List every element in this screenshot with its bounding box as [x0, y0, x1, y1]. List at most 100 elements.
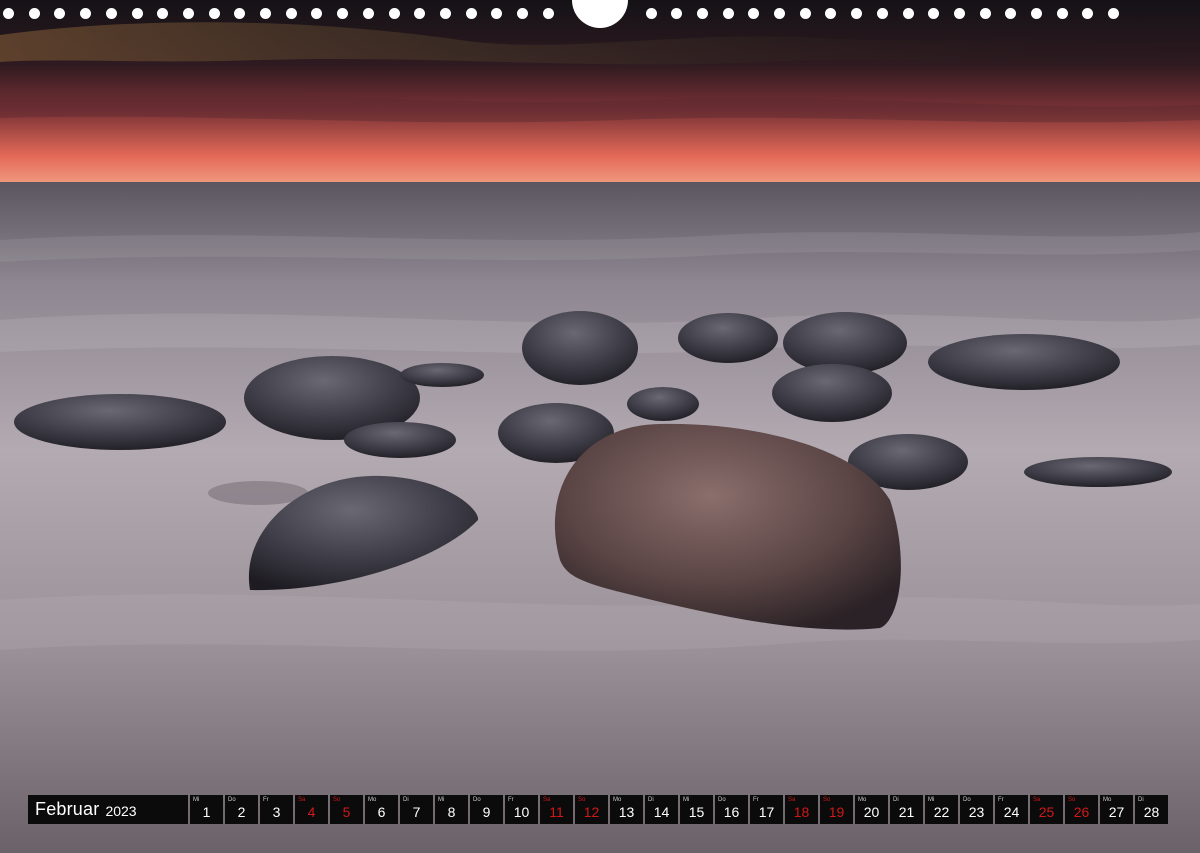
binding-hole [671, 8, 683, 19]
day-cell: Mi 8 [435, 795, 468, 824]
day-cell: Mi 1 [190, 795, 223, 824]
binding-hole [748, 8, 760, 19]
binding-hole [928, 8, 940, 19]
day-weekday: Fr [508, 797, 514, 803]
day-number: 6 [377, 804, 386, 820]
binding-hole [979, 8, 991, 19]
binding-hole [465, 8, 477, 19]
day-cell: Fr 3 [260, 795, 293, 824]
binding-hole [311, 8, 323, 19]
day-number: 13 [618, 804, 635, 820]
day-cell: Fr 10 [505, 795, 538, 824]
day-number: 19 [828, 804, 845, 820]
day-cell: Fr 24 [995, 795, 1028, 824]
day-number: 11 [549, 804, 564, 820]
seascape-photo [0, 0, 1200, 853]
binding-hole [260, 8, 271, 19]
calendar-binding [0, 0, 1200, 28]
binding-hole [953, 8, 965, 19]
day-number: 9 [482, 804, 491, 820]
day-cell: Fr 17 [750, 795, 783, 824]
binding-hole [208, 8, 220, 19]
binding-hole [799, 8, 811, 19]
month-label: Februar 2023 [28, 795, 188, 824]
day-number: 2 [237, 804, 246, 820]
day-weekday: Di [648, 797, 654, 803]
calendar-page: Februar 2023 Mi 1 Do 2 Fr 3 Sa 4 So 5 Mo 6 Di 7 Mi 8 Do 9… [0, 0, 1200, 853]
binding-hole [722, 8, 734, 19]
day-cell: Di 7 [400, 795, 433, 824]
day-number: 14 [653, 804, 670, 820]
binding-hole [54, 8, 66, 19]
day-weekday: Mo [368, 797, 377, 803]
day-number: 1 [202, 804, 211, 820]
binding-hole [645, 8, 657, 19]
day-number: 18 [793, 804, 810, 820]
day-weekday: Mo [613, 797, 622, 803]
binding-hole [696, 8, 708, 19]
day-cell: Sa 4 [295, 795, 328, 824]
day-cell: Do 16 [715, 795, 748, 824]
day-cell: Sa 11 [540, 795, 573, 824]
day-number: 26 [1073, 804, 1090, 820]
day-number: 12 [583, 804, 600, 820]
binding-hole [825, 8, 837, 19]
day-number: 24 [1003, 804, 1020, 820]
day-cell: Sa 18 [785, 795, 818, 824]
day-weekday: So [823, 797, 831, 803]
binding-hole [1056, 8, 1068, 19]
day-number: 28 [1143, 804, 1160, 820]
day-weekday: Sa [788, 797, 796, 803]
day-cell: Do 9 [470, 795, 503, 824]
day-cell: Mi 15 [680, 795, 713, 824]
day-number: 27 [1108, 804, 1125, 820]
month-name: Februar [35, 799, 100, 819]
day-number: 15 [688, 804, 705, 820]
day-weekday: Mi [438, 797, 445, 803]
binding-hole [105, 8, 117, 19]
binding-hole [1005, 8, 1017, 19]
day-cell: Mo 20 [855, 795, 888, 824]
day-cell: Mo 27 [1100, 795, 1133, 824]
day-weekday: Di [893, 797, 899, 803]
binding-hole [157, 8, 169, 19]
day-cell: Di 21 [890, 795, 923, 824]
day-cell: Mi 22 [925, 795, 958, 824]
day-cell: Sa 25 [1030, 795, 1063, 824]
day-weekday: Do [228, 797, 236, 803]
day-weekday: Mi [928, 797, 935, 803]
binding-hole [28, 8, 40, 19]
binding-hole [182, 8, 194, 19]
day-number: 20 [863, 804, 880, 820]
day-weekday: Mo [1103, 797, 1112, 803]
binding-hole [491, 8, 503, 19]
day-weekday: Sa [298, 797, 306, 803]
binding-hole [285, 8, 297, 19]
binding-hole [414, 8, 426, 19]
day-weekday: Fr [998, 797, 1004, 803]
day-number: 10 [513, 804, 530, 820]
day-weekday: Mi [683, 797, 690, 803]
day-cell: Mo 6 [365, 795, 398, 824]
day-cell: So 26 [1065, 795, 1098, 824]
day-weekday: Di [403, 797, 409, 803]
binding-hole [362, 8, 374, 19]
binding-hole [1031, 8, 1042, 19]
day-weekday: Fr [263, 797, 269, 803]
day-number: 3 [272, 804, 281, 820]
day-number: 17 [758, 804, 775, 820]
day-cell: Mo 13 [610, 795, 643, 824]
day-weekday: Sa [1033, 797, 1041, 803]
binding-hole [80, 8, 92, 19]
day-weekday: So [333, 797, 341, 803]
binding-hole [876, 8, 888, 19]
binding-hole [542, 8, 554, 19]
day-number: 25 [1038, 804, 1055, 820]
day-number: 16 [723, 804, 740, 820]
day-cell: Di 14 [645, 795, 678, 824]
day-weekday: So [1068, 797, 1076, 803]
day-weekday: Do [473, 797, 481, 803]
day-cell: Di 28 [1135, 795, 1168, 824]
day-weekday: Di [1138, 797, 1144, 803]
binding-hole [774, 8, 785, 19]
